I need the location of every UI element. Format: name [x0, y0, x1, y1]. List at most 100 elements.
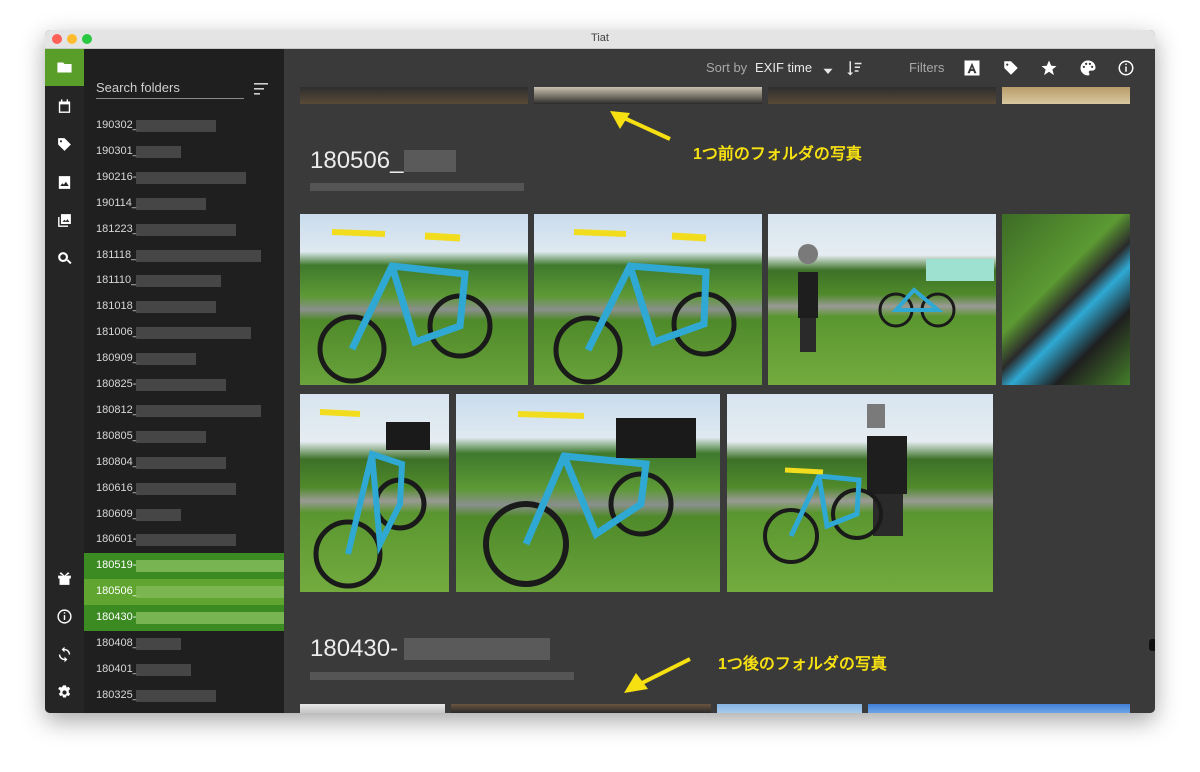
folder-name: 180609_ — [96, 507, 139, 520]
annotation-next-folder: 1つ後のフォルダの写真 — [718, 656, 887, 673]
folder-name: 180519- — [96, 559, 137, 572]
rail-image-button[interactable] — [45, 164, 84, 201]
folder-item[interactable]: 180519- — [84, 553, 284, 580]
folder-item[interactable]: 181118_ — [84, 243, 284, 269]
rail-gallery-button[interactable] — [45, 202, 84, 239]
folder-item[interactable]: 180401_ — [84, 657, 284, 683]
folder-name-redacted — [136, 456, 226, 469]
rail-search-button[interactable] — [45, 240, 84, 277]
folder-name-redacted — [136, 171, 246, 184]
folder-name: 190301_ — [96, 144, 139, 157]
folder-name-redacted — [136, 689, 216, 702]
sort-by-label: Sort by — [706, 60, 748, 75]
folder-item[interactable]: 180805_ — [84, 424, 284, 450]
folder-name: 180325_ — [96, 688, 139, 701]
photo-thumbnail[interactable] — [768, 87, 996, 104]
calendar-icon — [58, 99, 71, 113]
palette-filter-icon[interactable] — [1079, 59, 1097, 77]
folder-name: 181110_ — [96, 274, 138, 287]
folder-name: 180909_ — [96, 352, 139, 365]
folder-name: 190302_ — [96, 119, 139, 131]
photo-thumbnail[interactable] — [1002, 214, 1130, 385]
folder-item[interactable]: 180325_ — [84, 683, 284, 709]
info-filter-icon[interactable] — [1117, 59, 1135, 77]
search-folders-input[interactable]: Search folders — [96, 80, 244, 99]
tag-filter-icon[interactable] — [1002, 59, 1020, 77]
photo-thumbnail[interactable] — [300, 704, 445, 713]
folder-item[interactable]: 180601- — [84, 527, 284, 553]
folder-item[interactable]: 181110_ — [84, 268, 284, 294]
photo-thumbnail[interactable] — [768, 214, 996, 385]
rail-folders-button[interactable] — [45, 49, 84, 86]
annotation-prev-folder: 1つ前のフォルダの写真 — [693, 146, 862, 163]
group-title-redacted — [404, 150, 456, 172]
folder-name: 180825- — [96, 378, 137, 390]
rail-tags-button[interactable] — [45, 126, 84, 163]
photo-thumbnail[interactable] — [451, 704, 711, 713]
folder-item[interactable]: 180430- — [84, 605, 284, 632]
rail-calendar-button[interactable] — [45, 88, 84, 125]
title-bar: Tiat — [45, 30, 1155, 49]
photo-thumbnail[interactable] — [300, 87, 528, 104]
photo-thumbnail[interactable] — [717, 704, 862, 713]
text-filter-icon[interactable] — [963, 59, 981, 77]
rail-settings-button[interactable] — [45, 674, 84, 711]
folder-item[interactable]: 180506_ — [84, 579, 284, 606]
gift-icon — [58, 572, 71, 585]
folder-item[interactable]: 180609_ — [84, 502, 284, 528]
folder-item[interactable]: 180408_ — [84, 631, 284, 657]
folder-name-redacted — [136, 612, 284, 625]
folder-name: 180401_ — [96, 662, 139, 675]
sort-order-icon[interactable] — [845, 59, 863, 77]
rail-gift-button[interactable] — [45, 560, 84, 597]
folder-item[interactable]: 190301_ — [84, 139, 284, 165]
folder-item[interactable]: 180909_ — [84, 346, 284, 372]
folder-name-redacted — [136, 638, 181, 650]
gallery-icon — [58, 214, 71, 227]
folder-name: 180616_ — [96, 481, 139, 494]
rail-info-button[interactable] — [45, 598, 84, 635]
folder-name-redacted — [136, 586, 284, 599]
photo-thumbnail[interactable] — [300, 394, 449, 592]
folder-item[interactable]: 181223_ — [84, 217, 284, 243]
folder-item[interactable]: 180812_ — [84, 398, 284, 424]
folder-item[interactable]: 180825- — [84, 372, 284, 398]
folder-item[interactable]: 180317_ — [84, 709, 284, 713]
folder-item[interactable]: 180616_ — [84, 476, 284, 502]
photo-thumbnail[interactable] — [534, 214, 762, 385]
folder-name-redacted — [136, 249, 261, 262]
sync-icon — [58, 646, 71, 663]
sort-lines-icon[interactable] — [254, 83, 268, 95]
folder-name-redacted — [136, 482, 236, 495]
star-filter-icon[interactable] — [1040, 59, 1058, 77]
folder-name-redacted — [136, 560, 284, 573]
folder-item[interactable]: 190114_ — [84, 191, 284, 217]
folder-name: 180601- — [96, 533, 137, 546]
folder-name-redacted — [136, 145, 181, 158]
photo-thumbnail[interactable] — [300, 214, 528, 385]
scrollbar-thumb[interactable] — [1149, 639, 1155, 651]
group-path-redacted — [310, 183, 524, 191]
folder-item[interactable]: 181018_ — [84, 294, 284, 320]
photo-thumbnail[interactable] — [868, 704, 1130, 713]
chevron-down-icon[interactable] — [819, 62, 837, 80]
folder-name: 180804_ — [96, 455, 139, 468]
folder-item[interactable]: 190216- — [84, 165, 284, 191]
photo-thumbnail[interactable] — [456, 394, 720, 592]
folder-item[interactable]: 180804_ — [84, 450, 284, 476]
folder-item[interactable]: 181006_ — [84, 320, 284, 346]
folder-item[interactable]: 190302_ — [84, 113, 284, 139]
folder-name-redacted — [136, 663, 191, 676]
photo-thumbnail[interactable] — [534, 87, 762, 104]
rail-sync-button[interactable] — [45, 636, 84, 673]
photo-thumbnail[interactable] — [1002, 87, 1130, 104]
folder-name-redacted — [136, 301, 216, 314]
bicycle-image — [313, 409, 430, 589]
folder-name: 180408_ — [96, 637, 139, 649]
folder-name: 190114_ — [96, 196, 139, 209]
sort-by-select[interactable]: EXIF time — [755, 60, 812, 75]
photo-thumbnail[interactable] — [727, 394, 993, 592]
annotation-arrow-up — [610, 111, 671, 141]
folder-name-redacted — [136, 379, 226, 391]
folder-name-redacted — [136, 120, 216, 132]
